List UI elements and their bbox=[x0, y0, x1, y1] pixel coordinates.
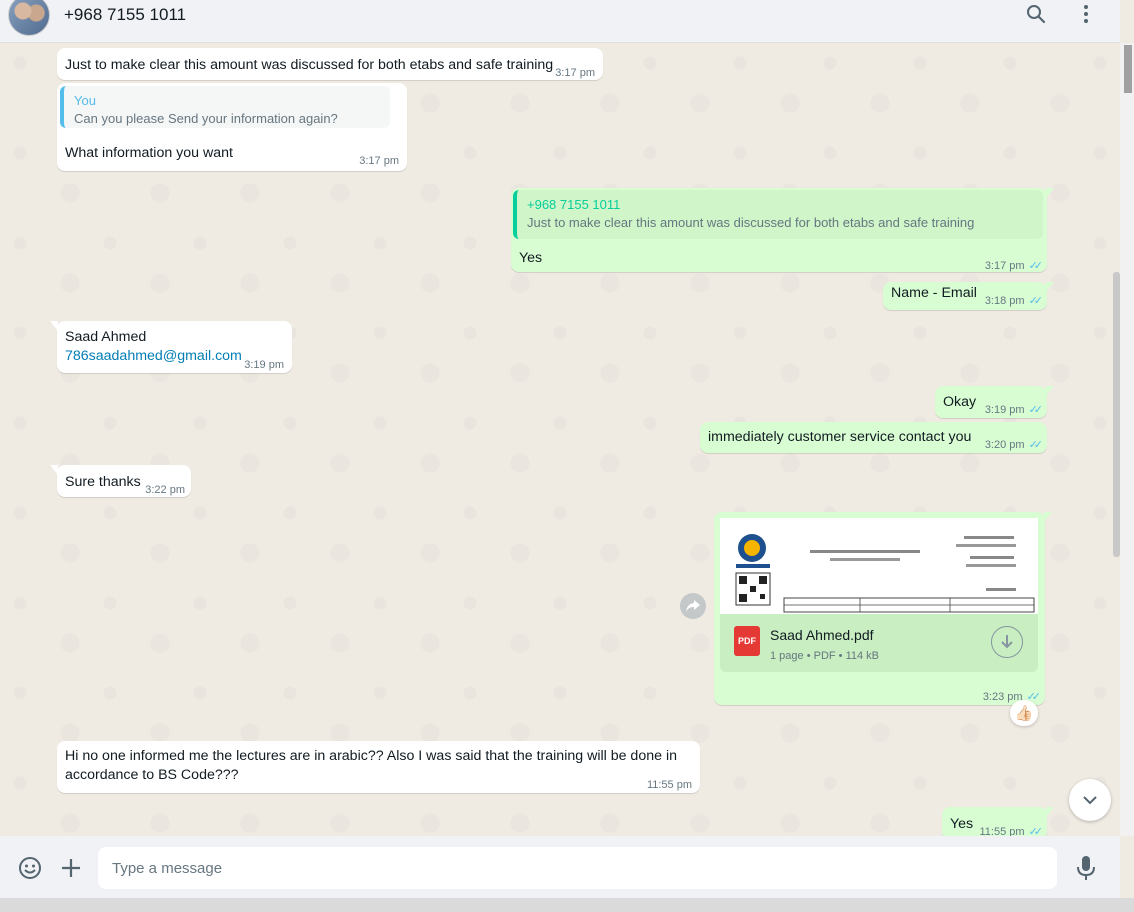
avatar[interactable] bbox=[8, 0, 50, 36]
message-text: immediately customer service contact you bbox=[708, 429, 972, 445]
message-input[interactable] bbox=[98, 847, 1057, 889]
quote-author: +968 7155 1011 bbox=[527, 197, 621, 212]
message-outgoing-document[interactable]: PDF Saad Ahmed.pdf 1 page • PDF • 114 kB… bbox=[714, 512, 1052, 705]
message-time: 3:17 pm bbox=[984, 260, 1025, 272]
chat-header: +968 7155 1011 bbox=[0, 0, 1120, 43]
double-check-icon: ✓✓ bbox=[1028, 439, 1044, 451]
message-text: What information you want bbox=[65, 145, 233, 161]
message-outgoing[interactable]: Okay 3:19 pm ✓✓ bbox=[935, 386, 1054, 420]
message-text: Okay bbox=[943, 394, 977, 410]
message-time: 3:18 pm bbox=[984, 295, 1025, 307]
double-check-icon: ✓✓ bbox=[1028, 260, 1044, 272]
message-time: 3:19 pm bbox=[244, 359, 284, 371]
message-text: Saad Ahmed bbox=[65, 329, 147, 345]
composer-bar bbox=[0, 836, 1120, 898]
pdf-file-icon: PDF bbox=[734, 626, 760, 656]
message-incoming[interactable]: Just to make clear this amount was discu… bbox=[57, 48, 603, 80]
file-meta: 1 page • PDF • 114 kB bbox=[770, 650, 880, 662]
pdf-preview-thumbnail[interactable] bbox=[720, 518, 1038, 616]
message-text: Sure thanks bbox=[65, 474, 141, 490]
message-list[interactable]: Just to make clear this amount was discu… bbox=[0, 43, 1120, 836]
message-meta: 3:20 pm ✓✓ bbox=[984, 436, 1044, 455]
message-text: Yes bbox=[519, 250, 543, 266]
scrollbar-track[interactable] bbox=[1120, 43, 1134, 836]
microphone-icon[interactable] bbox=[1076, 855, 1096, 881]
download-icon[interactable] bbox=[991, 626, 1023, 658]
message-text: Hi no one informed me the lectures are i… bbox=[65, 748, 677, 783]
forward-icon[interactable] bbox=[680, 593, 706, 619]
chat-scroll-thumb[interactable] bbox=[1113, 272, 1120, 557]
message-incoming[interactable]: Saad Ahmed 786saadahmed@gmail.com 3:19 p… bbox=[50, 321, 292, 373]
message-text: Yes bbox=[950, 816, 974, 832]
more-vertical-icon[interactable] bbox=[1074, 2, 1098, 26]
document-card[interactable]: PDF Saad Ahmed.pdf 1 page • PDF • 114 kB bbox=[720, 614, 1038, 672]
thumbs-up-reaction[interactable]: 👍🏻 bbox=[1010, 700, 1038, 726]
message-outgoing-reply[interactable]: +968 7155 1011 Just to make clear this a… bbox=[511, 188, 1054, 272]
message-time: 11:55 pm bbox=[646, 779, 692, 791]
message-time: 3:22 pm bbox=[145, 484, 185, 496]
message-time: 11:55 pm bbox=[979, 826, 1025, 836]
scrollbar-thumb[interactable] bbox=[1124, 45, 1132, 93]
message-time: 3:19 pm bbox=[984, 404, 1025, 416]
message-time: 3:17 pm bbox=[555, 67, 595, 79]
double-check-icon: ✓✓ bbox=[1028, 826, 1044, 836]
file-name: Saad Ahmed.pdf bbox=[770, 627, 874, 643]
quoted-message[interactable]: You Can you please Send your information… bbox=[60, 86, 390, 128]
message-time: 3:20 pm bbox=[984, 439, 1025, 451]
scroll-to-bottom-button[interactable] bbox=[1069, 779, 1111, 821]
message-meta: 3:18 pm ✓✓ bbox=[984, 292, 1044, 311]
message-incoming[interactable]: Hi no one informed me the lectures are i… bbox=[57, 741, 700, 793]
message-incoming[interactable]: Sure thanks 3:22 pm bbox=[50, 465, 191, 497]
message-outgoing[interactable]: Name - Email 3:18 pm ✓✓ bbox=[883, 282, 1054, 311]
message-meta: 3:19 pm ✓✓ bbox=[984, 401, 1044, 420]
double-check-icon: ✓✓ bbox=[1028, 404, 1044, 416]
message-text: Just to make clear this amount was discu… bbox=[65, 57, 554, 73]
message-outgoing[interactable]: Yes 11:55 pm ✓✓ bbox=[942, 807, 1054, 836]
message-time: 3:17 pm bbox=[359, 155, 399, 167]
window-bottom-strip bbox=[0, 898, 1134, 912]
message-text: Name - Email bbox=[891, 285, 977, 301]
message-meta: 11:55 pm ✓✓ bbox=[979, 823, 1044, 836]
contact-name[interactable]: +968 7155 1011 bbox=[64, 5, 186, 25]
quote-text: Can you please Send your information aga… bbox=[74, 111, 338, 126]
email-link[interactable]: 786saadahmed@gmail.com bbox=[65, 347, 242, 366]
message-meta: 3:17 pm ✓✓ bbox=[984, 257, 1044, 276]
emoji-icon[interactable] bbox=[18, 856, 42, 880]
quote-author: You bbox=[74, 93, 96, 108]
message-incoming-reply[interactable]: You Can you please Send your information… bbox=[57, 83, 407, 171]
double-check-icon: ✓✓ bbox=[1028, 295, 1044, 307]
quoted-message[interactable]: +968 7155 1011 Just to make clear this a… bbox=[513, 190, 1043, 239]
quote-text: Just to make clear this amount was discu… bbox=[527, 215, 975, 230]
search-icon[interactable] bbox=[1024, 2, 1048, 26]
plus-icon[interactable] bbox=[60, 857, 82, 879]
message-outgoing[interactable]: immediately customer service contact you… bbox=[700, 422, 1047, 453]
